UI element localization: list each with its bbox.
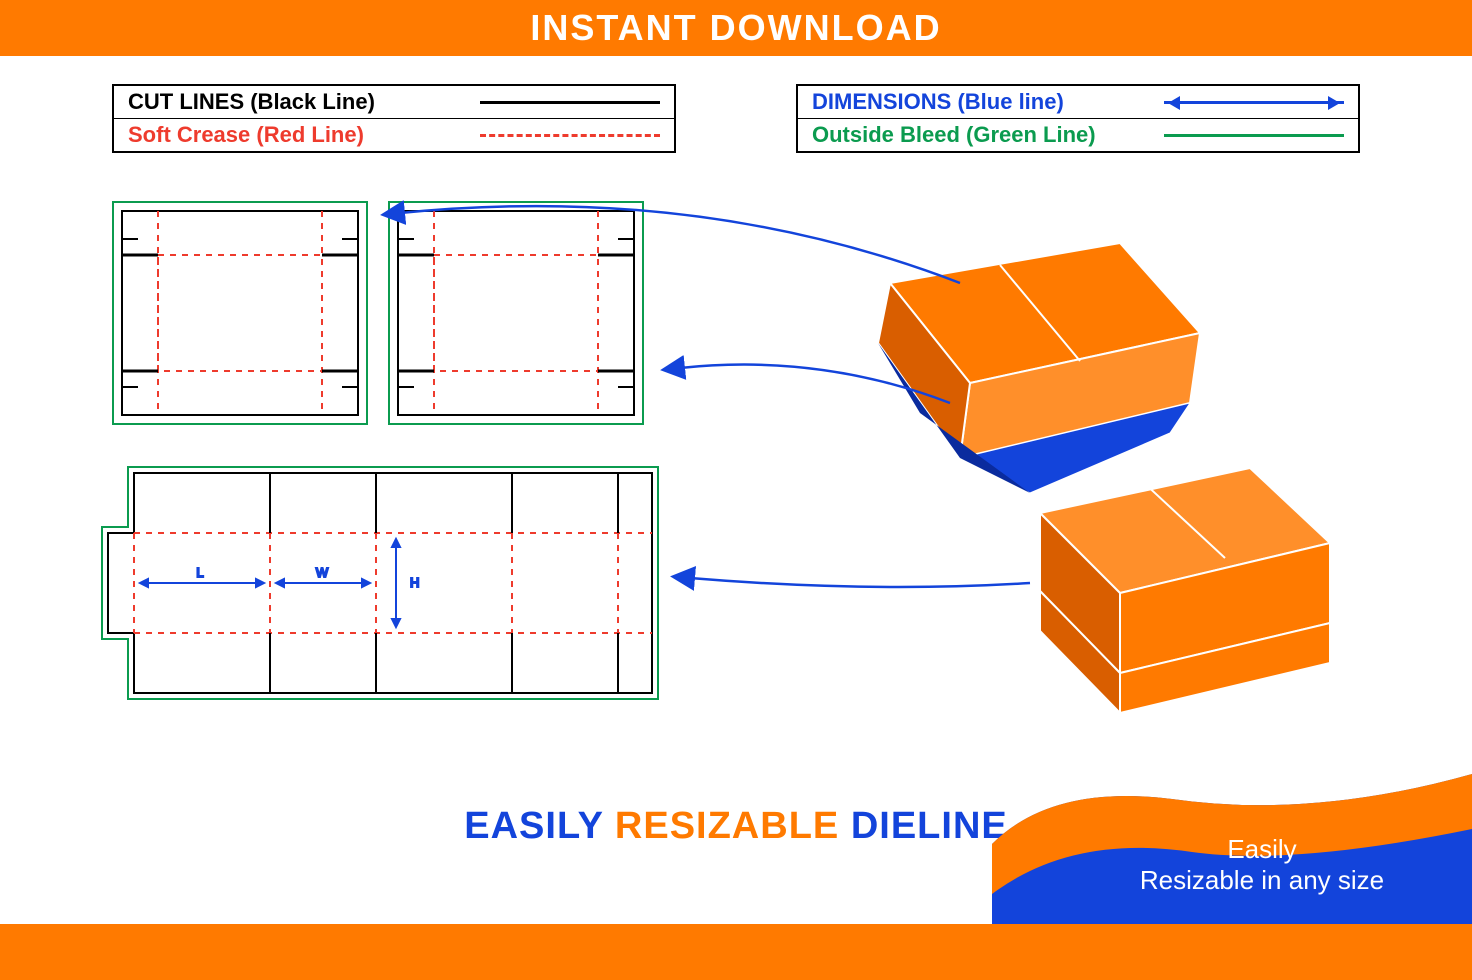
legend-sample-black — [480, 92, 660, 112]
badge-line1: Easily — [1082, 834, 1442, 865]
footer-dieline: DIELINE — [851, 805, 1008, 847]
legend-row-dimensions: DIMENSIONS (Blue line) — [798, 86, 1358, 119]
legend-label: Outside Bleed (Green Line) — [812, 122, 1164, 148]
legend-right: DIMENSIONS (Blue line) Outside Bleed (Gr… — [796, 84, 1360, 153]
legend-left: CUT LINES (Black Line) Soft Crease (Red … — [112, 84, 676, 153]
legend-sample-green — [1164, 125, 1344, 145]
footer-resizable: RESIZABLE — [615, 805, 839, 847]
bottom-bar — [0, 924, 1472, 980]
header-bar: INSTANT DOWNLOAD — [0, 0, 1472, 56]
legend: CUT LINES (Black Line) Soft Crease (Red … — [0, 56, 1472, 153]
legend-label: CUT LINES (Black Line) — [128, 89, 480, 115]
legend-sample-blue — [1164, 92, 1344, 112]
badge-line2: Resizable in any size — [1082, 865, 1442, 896]
legend-row-cutlines: CUT LINES (Black Line) — [114, 86, 674, 119]
legend-row-crease: Soft Crease (Red Line) — [114, 119, 674, 151]
badge-text: Easily Resizable in any size — [1082, 834, 1442, 896]
badge: Easily Resizable in any size — [992, 774, 1472, 924]
legend-sample-red — [480, 125, 660, 145]
legend-label: Soft Crease (Red Line) — [128, 122, 480, 148]
legend-row-bleed: Outside Bleed (Green Line) — [798, 119, 1358, 151]
footer-easily: EASILY — [464, 805, 603, 847]
legend-label: DIMENSIONS (Blue line) — [812, 89, 1164, 115]
header-title: INSTANT DOWNLOAD — [530, 7, 941, 49]
